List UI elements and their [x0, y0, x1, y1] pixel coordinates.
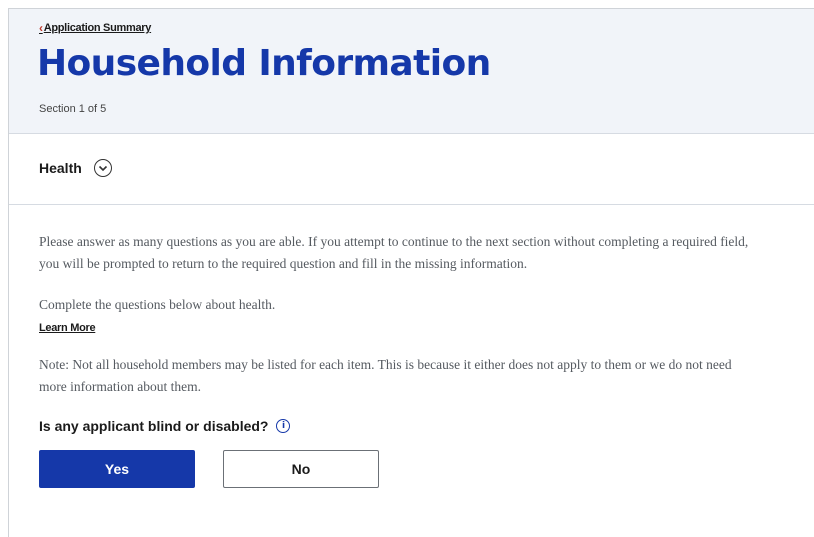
question-label: Is any applicant blind or disabled? [39, 418, 269, 434]
complete-instructions: Complete the questions below about healt… [39, 297, 276, 312]
breadcrumb-link[interactable]: ‹ Application Summary [39, 21, 151, 35]
section-subheader: Health [9, 134, 814, 205]
chevron-down-circle-icon[interactable] [93, 159, 112, 177]
health-section-toggle[interactable]: Health [39, 159, 112, 177]
page-title: Household Information [37, 43, 491, 84]
breadcrumb-label: Application Summary [43, 22, 152, 34]
intro-text: Please answer as many questions as you a… [39, 234, 749, 271]
note-text: Note: Not all household members may be l… [39, 357, 732, 394]
section-count: Section 1 of 5 [39, 103, 107, 115]
info-icon[interactable]: i [276, 419, 291, 433]
answer-buttons: Yes No [39, 450, 784, 488]
page-header: ‹ Application Summary Household Informat… [9, 9, 814, 134]
question-blind-disabled: Is any applicant blind or disabled? i [39, 415, 784, 437]
no-button[interactable]: No [223, 450, 379, 488]
chevron-down-icon [98, 165, 107, 171]
learn-more-link[interactable]: Learn More [39, 317, 96, 339]
app-frame: ‹ Application Summary Household Informat… [8, 8, 814, 537]
yes-button[interactable]: Yes [39, 450, 195, 488]
section-title: Health [39, 160, 82, 176]
chevron-left-icon: ‹ [39, 21, 43, 35]
main-content: Please answer as many questions as you a… [9, 205, 814, 488]
